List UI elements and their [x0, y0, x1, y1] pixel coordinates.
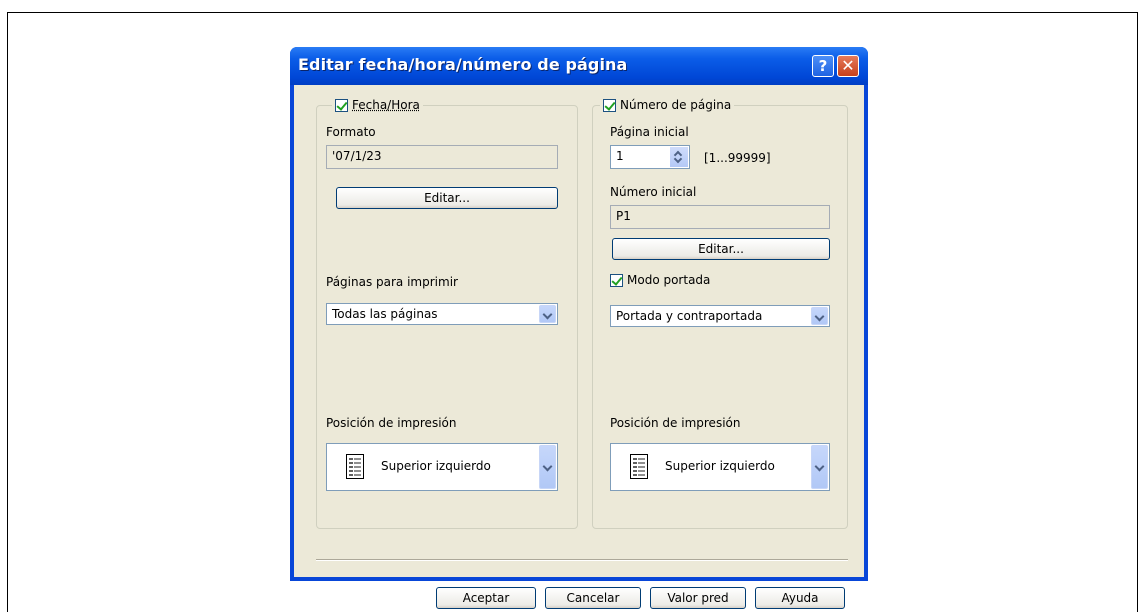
dialog-title: Editar fecha/hora/número de página [298, 55, 628, 74]
page-range-text: [1...99999] [704, 151, 771, 165]
help-icon: ? [818, 57, 828, 75]
pages-to-print-value: Todas las páginas [332, 307, 438, 321]
edit-date-dialog: Editar fecha/hora/número de página ? ✕ F… [290, 47, 868, 609]
footer-separator [316, 559, 848, 561]
default-value-label: Valor pred [667, 591, 729, 605]
start-number-field: P1 [610, 205, 830, 229]
date-time-legend[interactable]: Fecha/Hora [332, 98, 423, 112]
cover-mode-label: Modo portada [627, 273, 711, 287]
page-number-checkbox[interactable] [603, 98, 616, 112]
close-icon: ✕ [841, 56, 855, 75]
close-button[interactable]: ✕ [837, 55, 859, 77]
date-time-checkbox[interactable] [335, 98, 348, 112]
format-value: '07/1/23 [332, 149, 382, 163]
cover-mode-value: Portada y contraportada [616, 309, 763, 323]
pages-to-print-select[interactable]: Todas las páginas [326, 303, 558, 325]
edit-format-button[interactable]: Editar... [336, 187, 558, 209]
cover-mode-checkbox[interactable] [610, 273, 623, 287]
print-position-label-right: Posición de impresión [610, 416, 741, 430]
date-time-label: Fecha/Hora [352, 98, 420, 112]
page-layout-icon [630, 454, 648, 479]
help-label: Ayuda [781, 591, 819, 605]
edit-page-number-button[interactable]: Editar... [612, 238, 830, 260]
print-position-label-left: Posición de impresión [326, 416, 457, 430]
chevron-down-icon[interactable] [811, 307, 828, 325]
page-number-legend[interactable]: Número de página [600, 98, 735, 112]
print-position-value-left: Superior izquierdo [381, 459, 491, 473]
dialog-client: Fecha/Hora Formato '07/1/23 Editar... Pá… [294, 85, 864, 609]
format-field: '07/1/23 [326, 145, 558, 169]
edit-page-number-label: Editar... [698, 242, 744, 256]
page-number-label: Número de página [620, 98, 732, 112]
spinner-arrows-icon[interactable] [670, 147, 688, 167]
pages-to-print-label: Páginas para imprimir [326, 275, 458, 289]
print-position-select-right[interactable]: Superior izquierdo [610, 443, 830, 491]
ok-label: Aceptar [462, 591, 510, 605]
title-bar[interactable]: Editar fecha/hora/número de página ? ✕ [290, 47, 868, 85]
help-title-button[interactable]: ? [812, 55, 834, 77]
print-position-select-left[interactable]: Superior izquierdo [326, 443, 558, 491]
cancel-label: Cancelar [566, 591, 620, 605]
start-page-value: 1 [616, 149, 624, 163]
start-number-value: P1 [616, 209, 631, 223]
page-layout-icon [346, 454, 364, 479]
cover-mode-option[interactable]: Modo portada [607, 273, 713, 287]
edit-format-label: Editar... [424, 191, 470, 205]
format-label: Formato [326, 125, 376, 139]
chevron-down-icon[interactable] [811, 445, 828, 489]
chevron-down-icon[interactable] [539, 445, 556, 489]
chevron-down-icon[interactable] [539, 305, 556, 323]
start-page-label: Página inicial [610, 125, 689, 139]
print-position-value-right: Superior izquierdo [665, 459, 775, 473]
start-number-label: Número inicial [610, 185, 697, 199]
start-page-spinner[interactable]: 1 [610, 145, 690, 169]
cover-mode-select[interactable]: Portada y contraportada [610, 305, 830, 327]
